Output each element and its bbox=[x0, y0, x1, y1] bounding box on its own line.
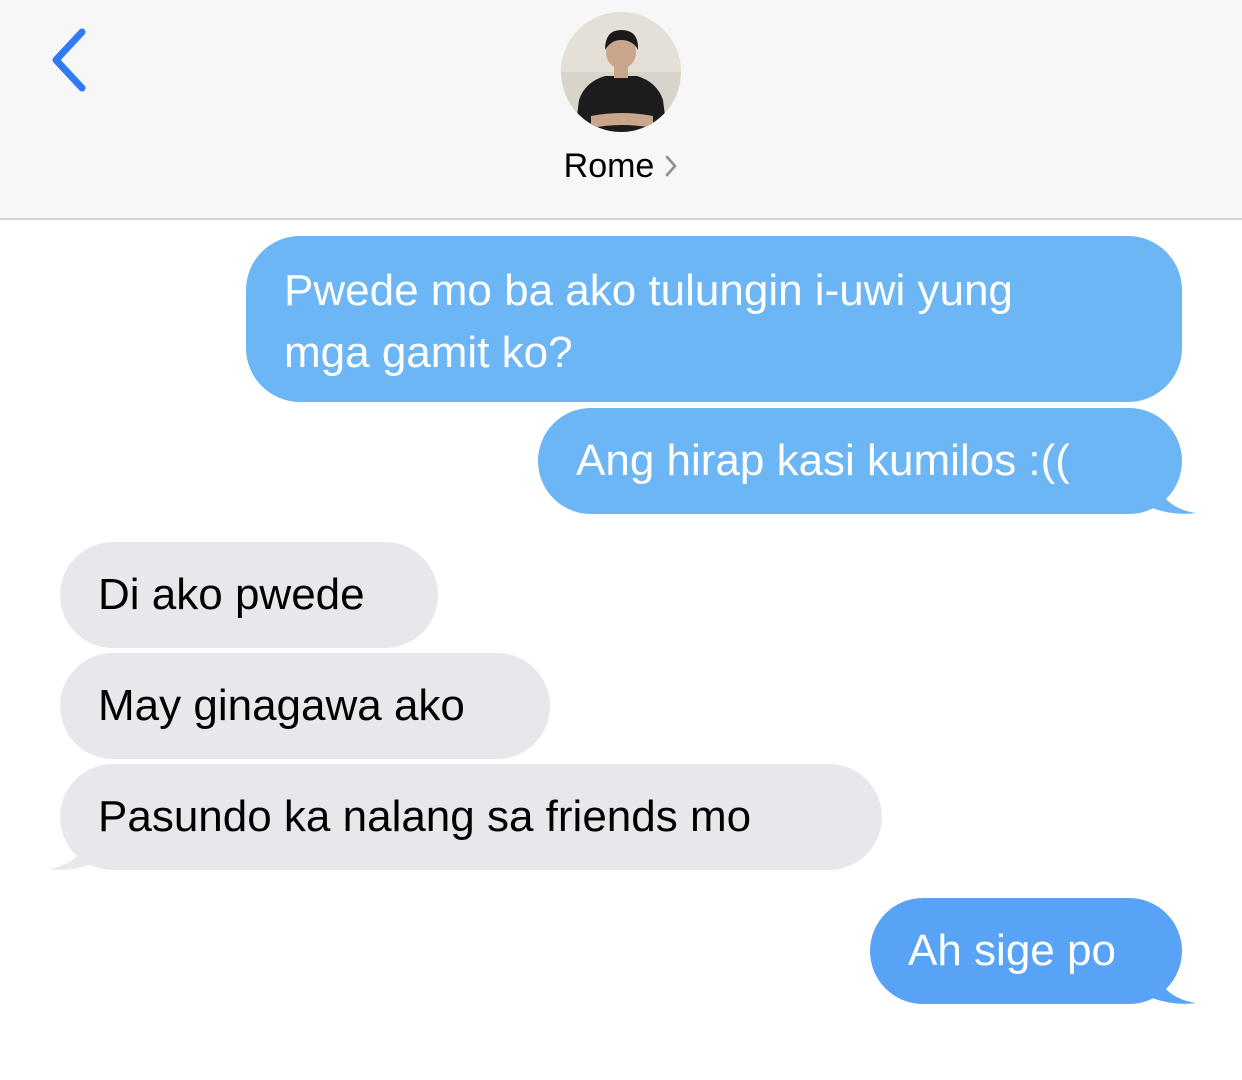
message-text: May ginagawa ako bbox=[98, 681, 465, 730]
back-button[interactable] bbox=[38, 20, 102, 100]
message-bubble-received[interactable]: May ginagawa ako bbox=[60, 653, 550, 759]
bubble-tail bbox=[1150, 960, 1196, 1004]
avatar-photo bbox=[561, 12, 681, 132]
message-text: Pasundo ka nalang sa friends mo bbox=[98, 792, 752, 841]
contact-avatar[interactable] bbox=[561, 12, 681, 132]
message-bubble-sent[interactable]: Pwede mo ba ako tulungin i-uwi yung mga … bbox=[246, 236, 1182, 402]
message-text: Ah sige po bbox=[908, 926, 1116, 975]
message-bubble-received[interactable]: Di ako pwede bbox=[60, 542, 438, 648]
contact-name: Rome bbox=[563, 147, 655, 185]
conversation-header: Rome bbox=[0, 0, 1242, 220]
chevron-left-icon bbox=[52, 28, 86, 92]
contact-name-button[interactable]: Rome bbox=[0, 142, 1242, 190]
message-text-line: mga gamit ko? bbox=[284, 328, 573, 377]
chevron-right-icon bbox=[666, 155, 677, 177]
message-text-line: Pwede mo ba ako tulungin i-uwi yung bbox=[284, 266, 1013, 315]
message-bubble-sent[interactable]: Ah sige po bbox=[870, 898, 1182, 1004]
message-bubble-sent[interactable]: Ang hirap kasi kumilos :(( bbox=[538, 408, 1182, 514]
message-text: Di ako pwede bbox=[98, 570, 365, 619]
message-bubble-received[interactable]: Pasundo ka nalang sa friends mo bbox=[60, 764, 882, 870]
bubble-tail bbox=[1150, 470, 1196, 514]
message-text: Ang hirap kasi kumilos :(( bbox=[576, 436, 1070, 485]
bubble-tail bbox=[48, 826, 94, 870]
